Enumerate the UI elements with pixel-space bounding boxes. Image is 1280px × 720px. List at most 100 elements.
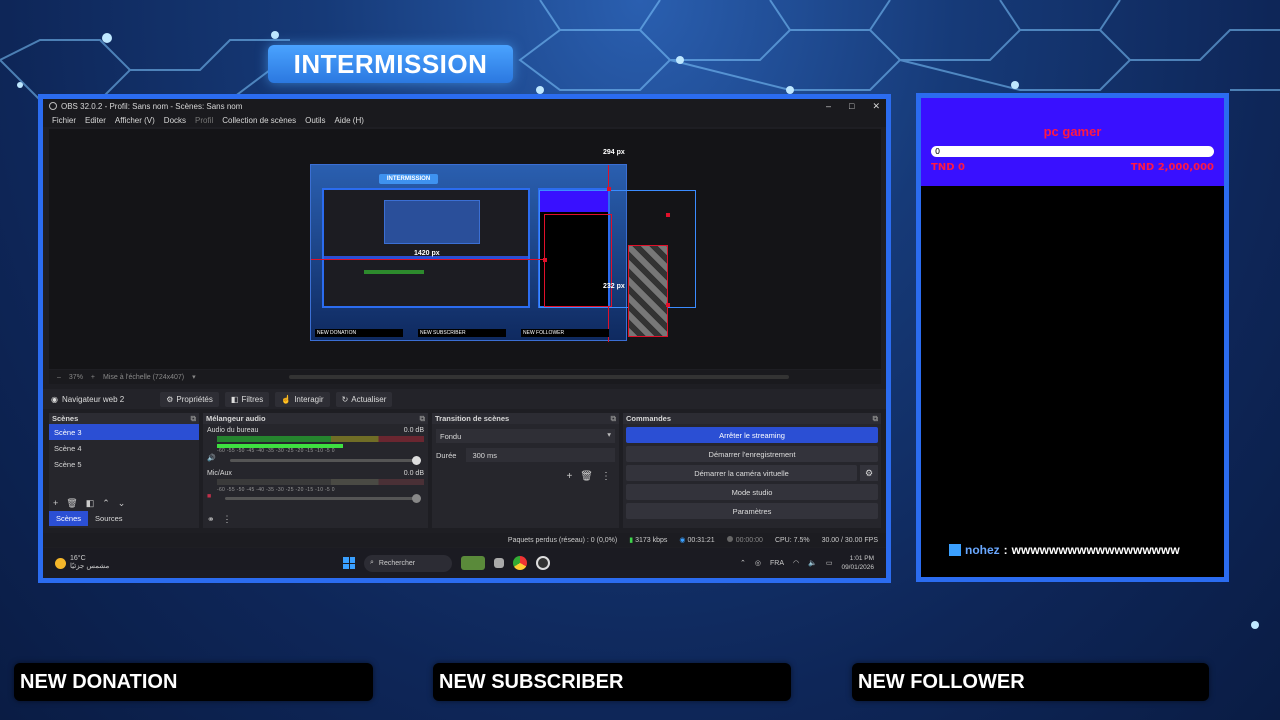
preview-placeholder-source[interactable]: [628, 245, 668, 337]
weather-widget[interactable]: 16°C مشمس جزئيًا: [43, 555, 343, 571]
system-tray: ⌃ ◎ FRA ◠ 🔈 ▭ 1:01 PM 09/01/2026: [740, 554, 886, 572]
weather-sun-icon: [55, 557, 66, 569]
transition-select[interactable]: Fondu: [436, 429, 615, 443]
bitrate: 3173 kbps: [635, 537, 668, 544]
fps: 30.00 / 30.00 FPS: [821, 536, 878, 544]
volume-icon[interactable]: 🔈: [808, 559, 817, 567]
clock[interactable]: 1:01 PM 09/01/2026: [841, 554, 874, 572]
scene-item[interactable]: Scène 4: [49, 440, 199, 456]
mixer-footer: ⚭ ⋮: [203, 512, 428, 526]
stop-streaming-button[interactable]: Arrêter le streaming: [626, 427, 878, 443]
chevron-down-icon[interactable]: ⌄: [118, 498, 126, 509]
preview-area[interactable]: INTERMISSION 1420 px NEW DONATION NEW SU…: [49, 129, 881, 369]
trash-icon[interactable]: 🗑: [66, 498, 77, 509]
filters-button[interactable]: ◧ Filtres: [224, 391, 270, 407]
trash-icon[interactable]: 🗑: [580, 471, 593, 482]
preview-alert-subscriber: NEW SUBSCRIBER: [418, 329, 506, 337]
zoom-scale[interactable]: Mise à l'échelle (724x407): [103, 374, 184, 381]
dock-menu-icon[interactable]: ⧉: [420, 414, 425, 424]
scenes-sources-tabs: Scènes Sources: [49, 511, 130, 526]
scene-item[interactable]: Scène 3: [49, 424, 199, 440]
refresh-button[interactable]: ↻ Actualiser: [335, 391, 393, 407]
preview-alert-donation: NEW DONATION: [315, 329, 403, 337]
menu-tools[interactable]: Outils: [305, 116, 325, 125]
selection-box[interactable]: [544, 214, 612, 307]
volume-knob[interactable]: [412, 494, 421, 503]
scenes-footer: + 🗑 ◧ ⌃ ⌄: [49, 496, 199, 510]
volume-slider[interactable]: [229, 455, 421, 465]
guide-line-horizontal: [311, 259, 544, 260]
widget-app-icon[interactable]: [461, 556, 485, 570]
obs-menu-bar: Fichier Editer Afficher (V) Docks Profil…: [43, 113, 886, 127]
studio-mode-button[interactable]: Mode studio: [626, 484, 878, 500]
menu-profile[interactable]: Profil: [195, 116, 213, 125]
add-icon[interactable]: +: [53, 498, 58, 508]
preview-obs-capture[interactable]: [322, 188, 530, 308]
controls-header: Commandes ⧉: [623, 413, 881, 424]
add-icon[interactable]: +: [566, 471, 572, 482]
chat-separator: :: [1003, 543, 1008, 557]
platform-badge-icon: [949, 544, 961, 556]
dock-menu-icon[interactable]: ⧉: [611, 414, 616, 424]
task-view-icon[interactable]: [494, 558, 504, 568]
gear-icon[interactable]: ⚙: [860, 465, 878, 481]
start-recording-button[interactable]: Démarrer l'enregistrement: [626, 446, 878, 462]
dock-menu-icon[interactable]: ⧉: [873, 414, 878, 424]
resize-handle[interactable]: [666, 213, 670, 217]
menu-view[interactable]: Afficher (V): [115, 116, 155, 125]
windows-start-icon[interactable]: [343, 557, 355, 569]
preview-scrollbar[interactable]: [289, 375, 789, 379]
goal-title: pc gamer: [1043, 124, 1102, 139]
chrome-icon[interactable]: [513, 556, 527, 570]
battery-icon[interactable]: ▭: [826, 559, 833, 567]
close-icon[interactable]: ✕: [872, 101, 880, 112]
menu-docks[interactable]: Docks: [164, 116, 186, 125]
dock-menu-icon[interactable]: ⧉: [191, 414, 196, 424]
scene-item[interactable]: Scène 5: [49, 456, 199, 472]
donation-goal-widget: pc gamer 0 TND 0 TND 2,000,000: [921, 98, 1224, 186]
wifi-icon[interactable]: ◠: [793, 559, 799, 567]
duration-input[interactable]: 300 ms: [466, 448, 615, 462]
properties-button[interactable]: ⚙ Propriétés: [160, 391, 219, 407]
volume-knob[interactable]: [412, 455, 421, 465]
settings-button[interactable]: Paramètres: [626, 503, 878, 519]
resize-handle[interactable]: [607, 187, 611, 191]
taskbar-apps: ⌕ Rechercher: [343, 554, 550, 572]
minimize-icon[interactable]: –: [826, 101, 831, 112]
maximize-icon[interactable]: □: [849, 101, 854, 112]
refresh-icon: ↻: [341, 394, 349, 404]
more-icon[interactable]: ⋮: [601, 471, 611, 482]
mixer-channel: Mic/Aux 0.0 dB -60 -55 -50 -45 -40 -35 -3…: [203, 467, 428, 503]
zoom-dropdown-icon[interactable]: ▾: [192, 373, 196, 381]
mic-muted-icon[interactable]: ■: [207, 493, 211, 500]
start-virtual-camera-button[interactable]: Démarrer la caméra virtuelle: [626, 465, 857, 481]
chevron-up-icon[interactable]: ⌃: [740, 559, 746, 567]
guide-label-left: 1420 px: [414, 250, 440, 257]
chat-username: nohez: [965, 543, 1000, 557]
interact-button[interactable]: ☝ Interagir: [275, 391, 330, 407]
menu-scene-collection[interactable]: Collection de scènes: [222, 116, 296, 125]
preview-canvas[interactable]: INTERMISSION 1420 px NEW DONATION NEW SU…: [310, 164, 696, 342]
menu-help[interactable]: Aide (H): [335, 116, 364, 125]
resize-handle[interactable]: [666, 303, 670, 307]
speaker-icon[interactable]: 🔊: [207, 454, 216, 462]
tab-sources[interactable]: Sources: [88, 511, 130, 526]
chevron-up-icon[interactable]: ⌃: [102, 498, 110, 509]
browser-source-icon: ◉: [51, 394, 58, 404]
obs-taskbar-icon[interactable]: [536, 556, 550, 570]
tab-scenes[interactable]: Scènes: [49, 511, 89, 526]
zoom-minus-icon[interactable]: –: [57, 374, 61, 381]
taskbar-search[interactable]: ⌕ Rechercher: [364, 554, 452, 572]
more-icon[interactable]: ⋮: [223, 514, 232, 525]
volume-slider[interactable]: [225, 494, 421, 503]
duration-label: Durée: [436, 450, 457, 460]
zoom-bar: – 37% + Mise à l'échelle (724x407) ▾: [49, 370, 881, 384]
mixer-channel: Audio du bureau 0.0 dB -60 -55 -50 -45 -4…: [203, 424, 428, 465]
zoom-plus-icon[interactable]: +: [91, 374, 95, 381]
tray-app-icon[interactable]: ◎: [755, 559, 761, 567]
filter-icon[interactable]: ◧: [86, 498, 95, 509]
menu-file[interactable]: Fichier: [52, 116, 76, 125]
link-icon[interactable]: ⚭: [207, 514, 215, 525]
language-indicator[interactable]: FRA: [770, 560, 784, 567]
menu-edit[interactable]: Editer: [85, 116, 106, 125]
